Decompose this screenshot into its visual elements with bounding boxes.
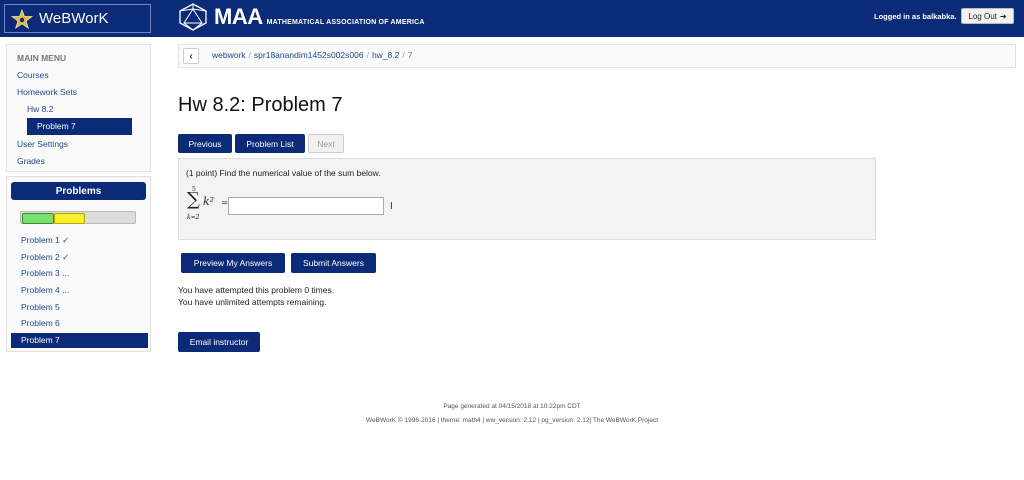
breadcrumb-webwork[interactable]: webwork	[212, 50, 246, 60]
submit-answers-button[interactable]: Submit Answers	[291, 253, 376, 273]
back-button[interactable]: ‹	[183, 48, 199, 64]
text-cursor-icon: I	[390, 201, 393, 212]
problem-link-1[interactable]: Problem 1 ✓	[21, 235, 69, 246]
breadcrumb-current: 7	[407, 50, 413, 60]
attempts-text: You have attempted this problem 0 times.	[178, 285, 335, 295]
webwork-star-icon	[11, 8, 33, 29]
sum-term: k²	[203, 195, 215, 208]
chevron-left-icon: ‹	[189, 50, 193, 62]
problem-text: (1 point) Find the numerical value of th…	[186, 168, 381, 178]
breadcrumb-course[interactable]: spr18anandim1452s002s006	[254, 50, 364, 60]
sidebar-item-grades[interactable]: Grades	[17, 156, 45, 166]
problem-link-5[interactable]: Problem 5	[21, 302, 60, 312]
logout-button[interactable]: Log Out ➜	[961, 8, 1014, 24]
sidebar-item-user-settings[interactable]: User Settings	[17, 139, 68, 149]
next-button: Next	[308, 134, 344, 153]
footer-credits: WeBWorK © 1996-2016 | theme: math4 | ww_…	[365, 417, 659, 424]
problem-link-7[interactable]: Problem 7	[11, 333, 148, 348]
logout-label: Log Out	[968, 11, 997, 21]
preview-answers-button[interactable]: Preview My Answers	[181, 253, 285, 273]
sidebar-item-homework-sets[interactable]: Homework Sets	[17, 87, 77, 97]
footer-generated: Page generated at 04/15/2018 at 10:22pm …	[443, 403, 581, 410]
breadcrumb-set[interactable]: hw_8.2	[372, 50, 399, 60]
breadcrumb: ‹ webwork / spr18anandim1452s002s006/hw_8.…	[178, 44, 1016, 68]
problem-body: (1 point) Find the numerical value of th…	[178, 158, 876, 240]
progress-correct	[22, 213, 54, 224]
logged-in-text: Logged in as balkabka.	[874, 12, 957, 21]
sidebar-item-courses[interactable]: Courses	[17, 70, 49, 80]
maa-subtitle: MATHEMATICAL ASSOCIATION OF AMERICA	[266, 18, 425, 26]
problem-link-6[interactable]: Problem 6	[21, 318, 60, 328]
previous-button[interactable]: Previous	[178, 134, 232, 153]
sigma-symbol: ∑	[187, 189, 200, 210]
problems-header: Problems	[11, 182, 146, 200]
progress-bar	[20, 211, 136, 224]
problem-link-2[interactable]: Problem 2 ✓	[21, 252, 69, 263]
sum-lower-limit: k=2	[187, 214, 200, 221]
main-menu-label: MAIN MENU	[17, 53, 67, 63]
problem-link-4[interactable]: Problem 4 ...	[21, 285, 69, 295]
answer-input[interactable]	[228, 197, 384, 215]
sidebar-item-problem-7[interactable]: Problem 7	[27, 118, 132, 135]
top-header: WeBWorK MAA MATHEMATICAL ASSOCIATION OF …	[0, 0, 1024, 37]
maa-title: MAA	[214, 4, 263, 29]
webwork-logo[interactable]: WeBWorK	[4, 4, 151, 33]
maa-icosahedron-icon	[179, 3, 207, 31]
page-title: Hw 8.2: Problem 7	[178, 94, 343, 116]
email-instructor-button[interactable]: Email instructor	[178, 332, 260, 352]
problem-list-button[interactable]: Problem List	[235, 134, 305, 153]
main-menu: MAIN MENU Courses Homework Sets Hw 8.2 P…	[6, 44, 151, 172]
problem-link-3[interactable]: Problem 3 ...	[21, 268, 69, 278]
progress-partial	[54, 213, 85, 224]
breadcrumb-trail: webwork / spr18anandim1452s002s006/hw_8.2/…	[212, 50, 413, 60]
sidebar-item-hw-8-2[interactable]: Hw 8.2	[27, 104, 53, 114]
maa-logo[interactable]: MAA MATHEMATICAL ASSOCIATION OF AMERICA	[178, 3, 425, 31]
problems-panel: Problems Problem 1 ✓ Problem 2 ✓ Problem…	[6, 176, 151, 352]
attempts-remaining-text: You have unlimited attempts remaining.	[178, 297, 327, 307]
app-title: WeBWorK	[39, 10, 109, 27]
logout-icon: ➜	[999, 11, 1007, 21]
